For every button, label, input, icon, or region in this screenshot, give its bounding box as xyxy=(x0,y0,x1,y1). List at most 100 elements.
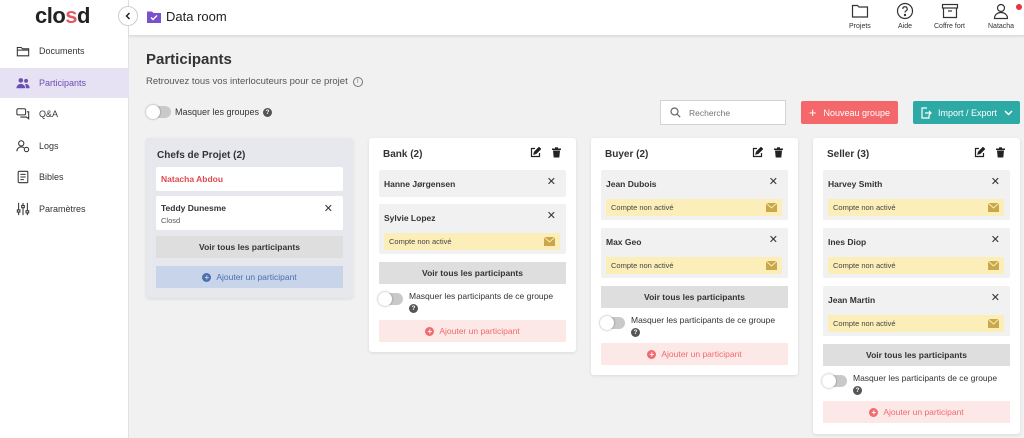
user-log-icon xyxy=(16,140,30,153)
header-button-label: Aide xyxy=(897,23,912,30)
sidebar-item-label: Participants xyxy=(39,78,87,88)
account-status-badge: Compte non activé xyxy=(606,199,782,216)
archive-icon xyxy=(941,3,958,19)
trash-icon[interactable] xyxy=(995,147,1006,158)
member-card[interactable]: Max Geo ✕ Compte non activé xyxy=(601,228,788,278)
plus-circle-icon xyxy=(425,326,435,336)
member-card[interactable]: Natacha Abdou xyxy=(156,167,343,191)
remove-member-icon[interactable]: ✕ xyxy=(991,293,1000,304)
remove-member-icon[interactable]: ✕ xyxy=(769,235,778,246)
trash-icon[interactable] xyxy=(551,147,562,158)
sidebar-item-parametres[interactable]: Paramètres xyxy=(0,194,129,224)
view-all-participants-button[interactable]: Voir tous les participants xyxy=(823,344,1010,366)
view-all-participants-button[interactable]: Voir tous les participants xyxy=(379,262,566,284)
sidebar-item-bibles[interactable]: Bibles xyxy=(0,162,129,192)
status-text: Compte non activé xyxy=(611,203,674,212)
search-icon xyxy=(670,107,681,118)
group-title: Bank (2) xyxy=(383,149,423,160)
envelope-icon[interactable] xyxy=(544,237,555,246)
help-icon[interactable]: ? xyxy=(409,304,418,313)
info-icon[interactable]: i xyxy=(352,76,363,87)
view-all-participants-button[interactable]: Voir tous les participants xyxy=(156,236,343,258)
page-title: Participants xyxy=(146,51,232,68)
help-icon[interactable]: ? xyxy=(263,107,273,117)
help-icon[interactable]: ? xyxy=(853,386,862,395)
plus-circle-icon xyxy=(202,272,212,282)
member-name: Teddy Dunesme xyxy=(161,203,227,213)
envelope-icon[interactable] xyxy=(766,203,777,212)
member-card[interactable]: Sylvie Lopez ✕ Compte non activé xyxy=(379,204,566,254)
mask-members-toggle[interactable] xyxy=(378,292,403,306)
member-name: Hanne Jørgensen xyxy=(384,179,456,189)
status-text: Compte non activé xyxy=(833,203,896,212)
mask-groups-label: Masquer les groupes xyxy=(175,107,260,117)
remove-member-icon[interactable]: ✕ xyxy=(547,177,556,188)
search-input[interactable] xyxy=(689,107,779,118)
trash-icon[interactable] xyxy=(773,147,784,158)
group-card-seller: Seller (3) Harvey Smith ✕ Compte non act… xyxy=(813,138,1020,434)
collapse-sidebar-button[interactable] xyxy=(118,6,138,26)
users-icon xyxy=(16,78,30,89)
envelope-icon[interactable] xyxy=(988,319,999,328)
edit-icon[interactable] xyxy=(974,147,985,158)
dataroom-folder-icon xyxy=(147,11,161,23)
group-actions xyxy=(974,147,1006,158)
add-participant-label: Ajouter un participant xyxy=(883,407,964,417)
sidebar-item-qa[interactable]: Q&A xyxy=(0,99,129,129)
group-card-chefs-de-projet: Chefs de Projet (2) Natacha Abdou Teddy … xyxy=(146,138,353,298)
sidebar-item-logs[interactable]: Logs xyxy=(0,131,129,161)
member-card[interactable]: Jean Martin ✕ Compte non activé xyxy=(823,286,1010,336)
new-group-button[interactable]: + Nouveau groupe xyxy=(801,101,898,124)
mask-groups-toggle[interactable] xyxy=(146,105,171,119)
add-participant-button[interactable]: Ajouter un participant xyxy=(601,343,788,365)
member-card[interactable]: Teddy Dunesme Closd ✕ xyxy=(156,196,343,230)
add-participant-button[interactable]: Ajouter un participant xyxy=(379,320,566,342)
edit-icon[interactable] xyxy=(530,147,541,158)
mask-members-row: Masquer les participants de ce groupe? xyxy=(378,291,568,313)
view-all-participants-button[interactable]: Voir tous les participants xyxy=(601,286,788,308)
chevron-down-icon xyxy=(1004,110,1013,116)
folder-icon xyxy=(851,4,868,18)
page-subtitle: Retrouvez tous vos interlocuteurs pour c… xyxy=(146,76,363,87)
mask-members-toggle[interactable] xyxy=(600,316,625,330)
sidebar-item-participants[interactable]: Participants xyxy=(0,68,129,98)
add-participant-button[interactable]: Ajouter un participant xyxy=(156,266,343,288)
add-participant-button[interactable]: Ajouter un participant xyxy=(823,401,1010,423)
group-card-buyer: Buyer (2) Jean Dubois ✕ Compte non activ… xyxy=(591,138,798,375)
import-export-button[interactable]: Import / Export xyxy=(913,101,1020,124)
remove-member-icon[interactable]: ✕ xyxy=(547,211,556,222)
remove-member-icon[interactable]: ✕ xyxy=(769,177,778,188)
mask-members-toggle[interactable] xyxy=(822,374,847,388)
header-button-projets[interactable]: Projets xyxy=(849,2,871,30)
header-button-user[interactable]: Natacha xyxy=(988,2,1014,30)
header-button-aide[interactable]: Aide xyxy=(896,2,914,30)
remove-member-icon[interactable]: ✕ xyxy=(991,235,1000,246)
envelope-icon[interactable] xyxy=(988,203,999,212)
sidebar-item-label: Q&A xyxy=(39,109,59,119)
header-button-coffre-fort[interactable]: Coffre fort xyxy=(934,2,965,30)
remove-member-icon[interactable]: ✕ xyxy=(324,204,333,215)
group-actions xyxy=(530,147,562,158)
group-title: Buyer (2) xyxy=(605,149,649,160)
member-card[interactable]: Jean Dubois ✕ Compte non activé xyxy=(601,170,788,220)
member-card[interactable]: Hanne Jørgensen ✕ xyxy=(379,170,566,197)
add-participant-label: Ajouter un participant xyxy=(216,272,297,282)
member-name: Jean Martin xyxy=(828,295,876,305)
envelope-icon[interactable] xyxy=(988,261,999,270)
sidebar-item-documents[interactable]: Documents xyxy=(0,36,129,66)
envelope-icon[interactable] xyxy=(766,261,777,270)
status-text: Compte non activé xyxy=(389,237,452,246)
closd-logo[interactable]: closd xyxy=(35,3,90,29)
account-status-badge: Compte non activé xyxy=(606,257,782,274)
help-icon[interactable]: ? xyxy=(631,328,640,337)
edit-icon[interactable] xyxy=(752,147,763,158)
new-group-label: Nouveau groupe xyxy=(823,107,891,118)
mask-members-row: Masquer les participants de ce groupe? xyxy=(600,315,790,337)
member-card[interactable]: Ines Diop ✕ Compte non activé xyxy=(823,228,1010,278)
member-card[interactable]: Harvey Smith ✕ Compte non activé xyxy=(823,170,1010,220)
account-status-badge: Compte non activé xyxy=(828,257,1004,274)
member-name: Sylvie Lopez xyxy=(384,213,436,223)
mask-members-label: Masquer les participants de ce groupe? xyxy=(853,373,998,395)
status-text: Compte non activé xyxy=(611,261,674,270)
remove-member-icon[interactable]: ✕ xyxy=(991,177,1000,188)
